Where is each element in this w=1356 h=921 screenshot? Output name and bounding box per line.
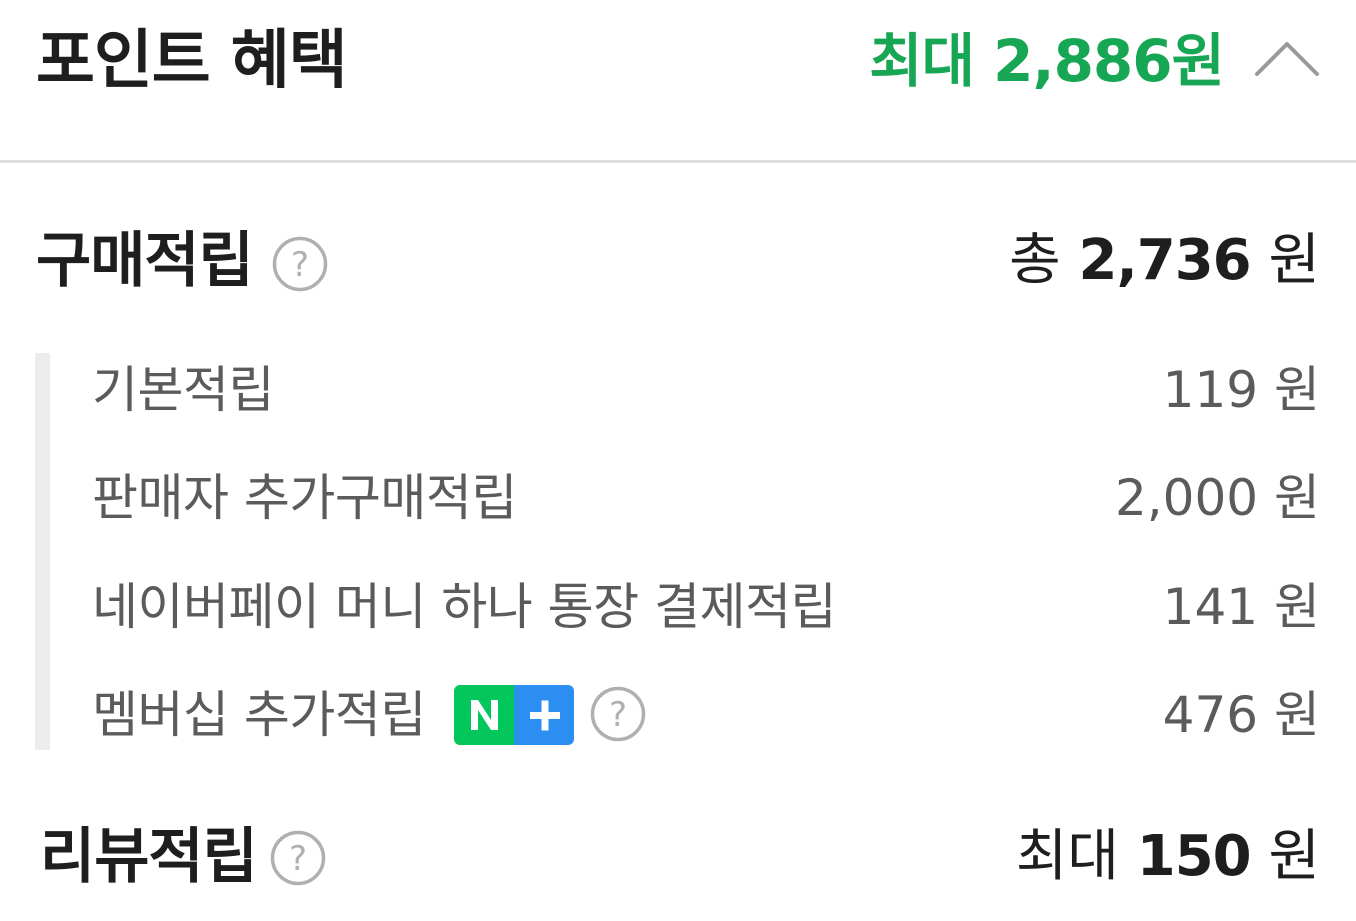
list-item: 기본적립 119 원 [92,355,1320,425]
naverpay-money-points-label: 네이버페이 머니 하나 통장 결제적립 [92,578,837,636]
sub-list-bar [35,353,50,750]
list-item: 판매자 추가구매적립 2,000 원 [92,463,1320,533]
total-prefix: 총 [1009,228,1061,293]
membership-points-label: 멤버십 추가적립 [92,686,426,744]
list-item: 네이버페이 머니 하나 통장 결제적립 141 원 [92,572,1320,642]
review-points-title: 리뷰적립 [40,822,258,892]
max-benefit-amount: 최대 2,886원 [869,27,1225,95]
basic-points-value: 119 원 [1162,361,1320,419]
review-max-amount: 150 [1136,824,1252,889]
page-title: 포인트 혜택 [36,24,348,98]
total-amount: 2,736 [1078,228,1252,293]
list-item: 멤버십 추가적립 476 원 [92,680,1320,750]
purchase-points-title: 구매적립 [36,226,254,296]
question-circle-icon[interactable]: ? [270,830,326,886]
review-points-max: 최대 150 원 [1016,822,1320,892]
question-circle-icon[interactable]: ? [272,236,328,292]
review-max-prefix: 최대 [1015,824,1119,889]
svg-text:?: ? [289,839,307,879]
svg-text:?: ? [291,245,309,285]
naver-plus-membership-icon [454,685,574,745]
review-max-unit: 원 [1268,824,1320,889]
seller-extra-points-label: 판매자 추가구매적립 [92,469,517,527]
total-unit: 원 [1268,228,1320,293]
purchase-points-total: 총 2,736 원 [1009,226,1320,296]
naverpay-money-points-value: 141 원 [1162,578,1320,636]
svg-text:?: ? [609,695,627,735]
question-circle-icon[interactable]: ? [590,686,646,742]
seller-extra-points-value: 2,000 원 [1114,469,1320,527]
point-benefits-panel: 포인트 혜택 최대 2,886원 구매적립 ? 총 2,736 원 기본적립 1… [0,0,1356,921]
header-divider [0,160,1356,163]
basic-points-label: 기본적립 [92,361,275,419]
point-benefits-header[interactable]: 포인트 혜택 최대 2,886원 [0,0,1356,124]
membership-points-value: 476 원 [1162,686,1320,744]
chevron-up-icon[interactable] [1254,38,1320,78]
